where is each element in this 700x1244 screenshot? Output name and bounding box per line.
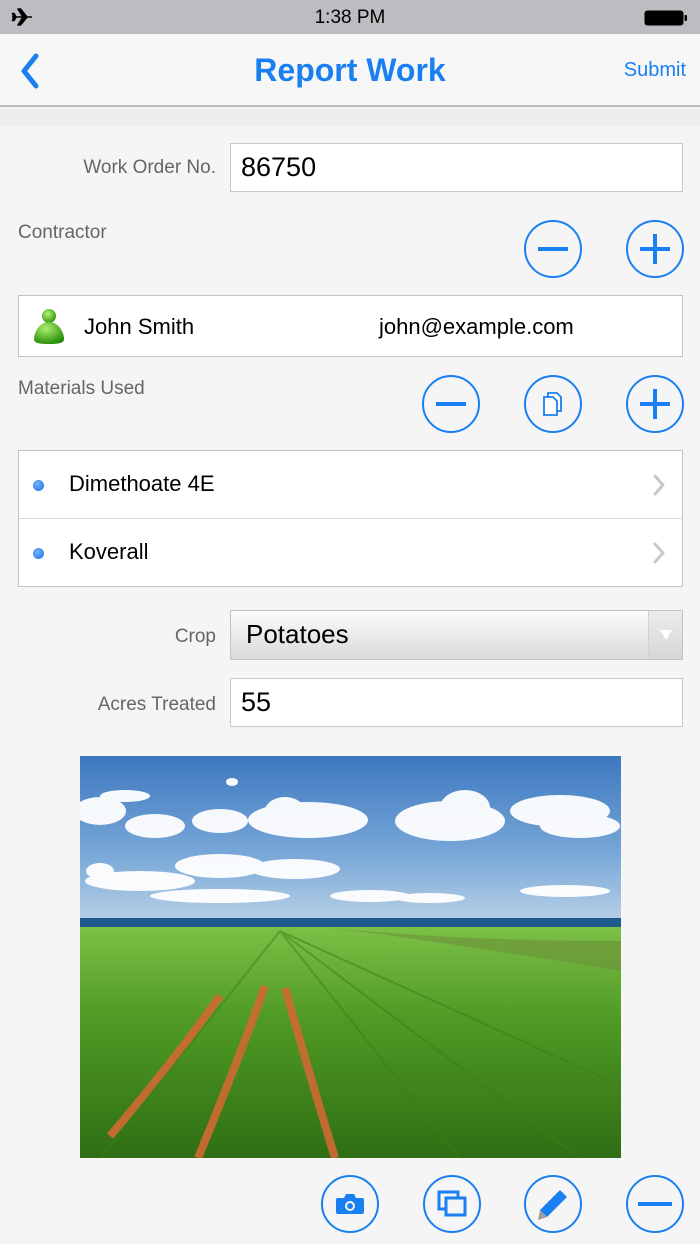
minus-icon <box>436 402 466 406</box>
bullet-dot-icon <box>33 548 44 559</box>
person-avatar-icon <box>34 309 64 344</box>
contractor-email: john@example.com <box>379 314 574 339</box>
back-chevron-icon[interactable] <box>16 52 44 90</box>
page-title: Report Work <box>254 52 446 88</box>
remove-photo-button[interactable] <box>626 1175 684 1233</box>
chevron-right-icon <box>653 542 665 564</box>
bullet-dot-icon <box>33 480 44 491</box>
contractor-name: John Smith <box>84 314 195 339</box>
crop-select[interactable]: Potatoes <box>230 610 683 660</box>
caret-down-icon <box>660 630 672 640</box>
material-list-item[interactable]: Dimethoate 4E <box>19 451 682 519</box>
work-order-label: Work Order No. <box>83 157 216 178</box>
material-name: Dimethoate 4E <box>69 471 215 496</box>
contractor-entry[interactable]: John Smith john@example.com <box>18 295 683 357</box>
pencil-icon <box>538 1190 567 1220</box>
materials-list: Dimethoate 4E Koverall <box>18 450 683 587</box>
dropdown-arrow <box>648 611 682 659</box>
minus-icon <box>638 1202 672 1206</box>
status-bar: 1:38 PM <box>0 0 700 34</box>
materials-label: Materials Used <box>18 378 145 399</box>
field-photo[interactable] <box>80 756 621 1158</box>
contractor-label: Contractor <box>18 222 107 243</box>
potato-field-image <box>80 756 621 1158</box>
submit-button[interactable]: Submit <box>624 59 686 82</box>
chevron-right-icon <box>653 474 665 496</box>
gallery-icon <box>437 1190 467 1217</box>
material-list-item[interactable]: Koverall <box>19 519 682 587</box>
crop-label: Crop <box>174 626 216 647</box>
material-name: Koverall <box>69 539 149 564</box>
status-time: 1:38 PM <box>314 7 386 28</box>
crop-selected-value: Potatoes <box>246 619 349 649</box>
navigation-bar: Report Work Submit <box>0 34 700 107</box>
battery-icon <box>644 10 687 26</box>
take-photo-button[interactable] <box>321 1175 379 1233</box>
section-separator <box>0 109 700 126</box>
plus-icon <box>640 389 670 419</box>
choose-from-gallery-button[interactable] <box>423 1175 481 1233</box>
add-material-button[interactable] <box>626 375 684 433</box>
remove-material-button[interactable] <box>422 375 480 433</box>
remove-contractor-button[interactable] <box>524 220 582 278</box>
camera-icon <box>336 1194 364 1214</box>
add-contractor-button[interactable] <box>626 220 684 278</box>
plus-icon <box>640 234 670 264</box>
acres-input[interactable]: 55 <box>230 678 683 727</box>
edit-photo-button[interactable] <box>524 1175 582 1233</box>
copy-material-button[interactable] <box>524 375 582 433</box>
minus-icon <box>538 247 568 251</box>
work-order-input[interactable]: 86750 <box>230 143 683 192</box>
acres-label: Acres Treated <box>97 694 216 715</box>
copy-icon <box>543 392 562 416</box>
